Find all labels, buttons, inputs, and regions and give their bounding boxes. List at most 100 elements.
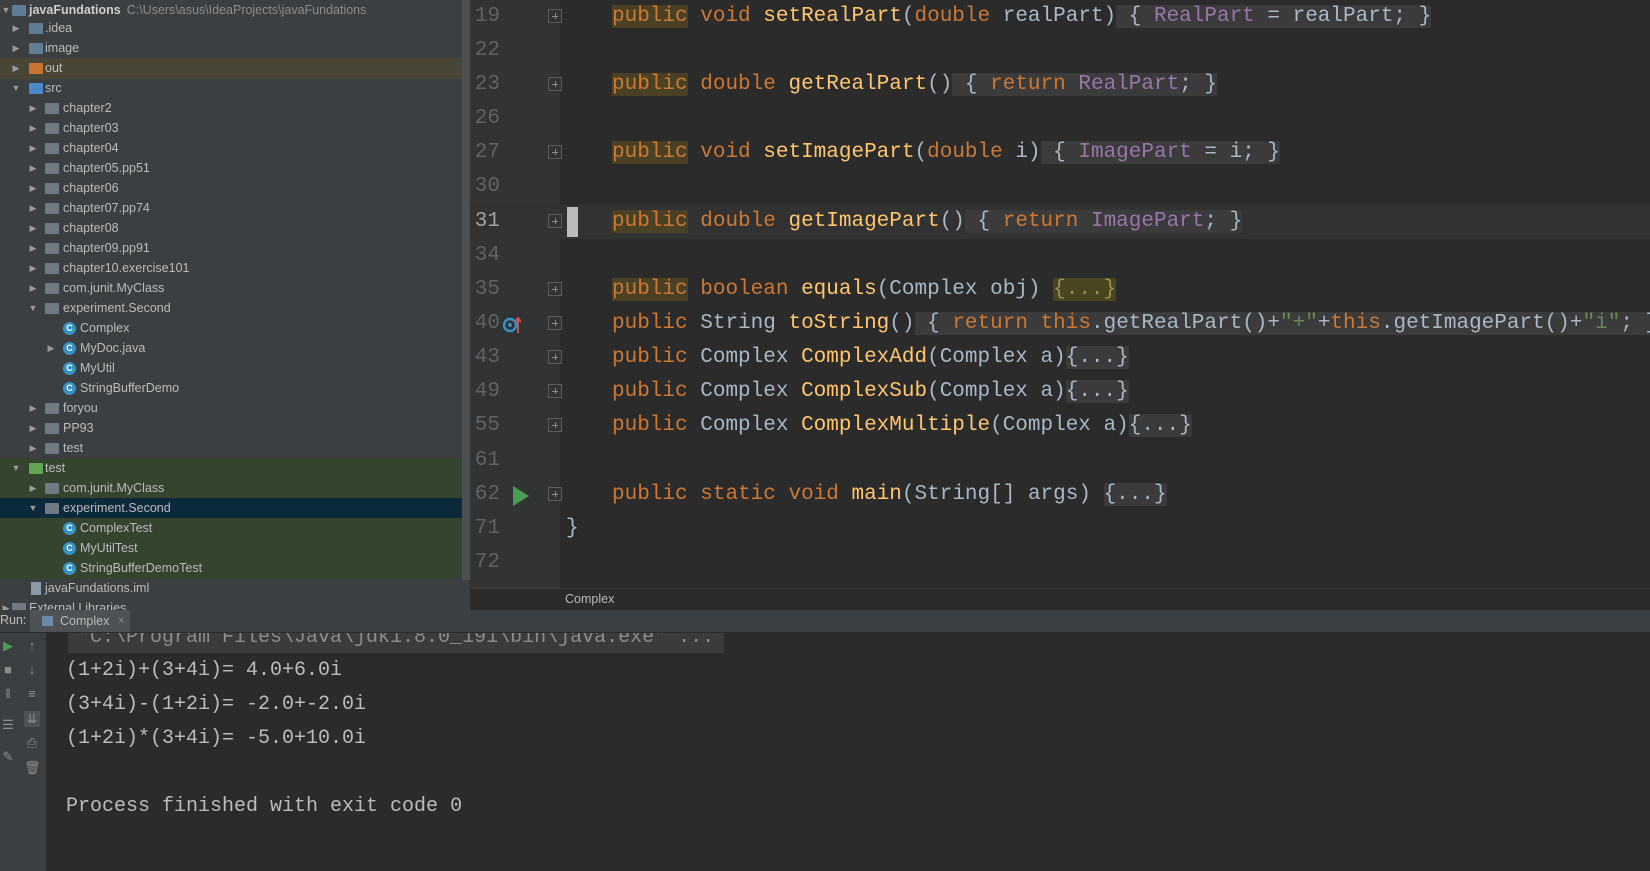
fold-plus-icon[interactable]: [548, 9, 562, 23]
tree-item-package[interactable]: ▶ com.junit.MyClass: [0, 478, 462, 499]
code-line[interactable]: 40 public String toString() { return thi…: [470, 307, 1650, 341]
collapse-arrow-icon[interactable]: ▼: [27, 498, 39, 519]
code-line[interactable]: 71 }: [470, 512, 1650, 546]
tree-item-package[interactable]: ▶ chapter2: [0, 98, 462, 119]
code-line[interactable]: 30: [470, 170, 1650, 204]
expand-arrow-icon[interactable]: ▶: [27, 158, 39, 179]
expand-arrow-icon[interactable]: ▶: [27, 278, 39, 299]
stop-icon[interactable]: ■: [0, 662, 16, 678]
fold-plus-icon[interactable]: [548, 316, 562, 330]
code-line-current[interactable]: 31 public double getImagePart() { return…: [470, 205, 1650, 239]
tree-item-test-class[interactable]: C ComplexTest: [0, 518, 462, 539]
tree-item-out[interactable]: ▶ out: [0, 58, 462, 79]
expand-arrow-icon[interactable]: ▶: [27, 258, 39, 279]
fold-plus-icon[interactable]: [548, 145, 562, 159]
tree-item-test-root[interactable]: ▼ test: [0, 458, 462, 479]
expand-arrow-icon[interactable]: ▶: [27, 418, 39, 439]
tree-item-iml[interactable]: javaFundations.iml: [0, 578, 462, 599]
layout-icon[interactable]: ☰: [0, 717, 16, 733]
tree-item-class-mydoc[interactable]: ▶ C MyDoc.java: [0, 338, 462, 359]
code-line[interactable]: 22: [470, 34, 1650, 68]
expand-arrow-icon[interactable]: ▶: [27, 398, 39, 419]
expand-arrow-icon[interactable]: ▶: [10, 18, 22, 39]
tree-item-package[interactable]: ▶ test: [0, 438, 462, 459]
down-arrow-icon[interactable]: ↓: [24, 662, 40, 678]
tree-item-class-complex[interactable]: C Complex: [0, 318, 462, 339]
fold-plus-icon[interactable]: [548, 487, 562, 501]
tree-item-package[interactable]: ▶ chapter10.exercise101: [0, 258, 462, 279]
rerun-icon[interactable]: ▶: [0, 638, 16, 654]
tree-item-package-selected[interactable]: ▼ experiment.Second: [0, 498, 462, 519]
code-line[interactable]: 35 public boolean equals(Complex obj) {.…: [470, 273, 1650, 307]
folded-block[interactable]: {...}: [1065, 346, 1129, 369]
up-arrow-icon[interactable]: ↑: [24, 638, 40, 654]
code-line[interactable]: 55 public Complex ComplexMultiple(Comple…: [470, 409, 1650, 443]
tree-item-idea[interactable]: ▶ .idea: [0, 18, 462, 39]
expand-arrow-icon[interactable]: ▶: [27, 478, 39, 499]
tree-item-class-myutil[interactable]: C MyUtil: [0, 358, 462, 379]
folded-block[interactable]: {...}: [1103, 483, 1167, 506]
tree-item-package[interactable]: ▶ com.junit.MyClass: [0, 278, 462, 299]
tree-item-package[interactable]: ▶ foryou: [0, 398, 462, 419]
expand-arrow-icon[interactable]: ▶: [27, 98, 39, 119]
tree-item-package-experiment-second[interactable]: ▼ experiment.Second: [0, 298, 462, 319]
code-line[interactable]: 62 public static void main(String[] args…: [470, 478, 1650, 512]
tree-item-package[interactable]: ▶ chapter06: [0, 178, 462, 199]
fold-plus-icon[interactable]: [548, 282, 562, 296]
scroll-to-end-icon[interactable]: ⇊: [24, 711, 40, 727]
tree-item-image[interactable]: ▶ image: [0, 38, 462, 59]
fold-plus-icon[interactable]: [548, 350, 562, 364]
print-icon[interactable]: ⎙: [24, 735, 40, 751]
collapse-arrow-icon[interactable]: ▼: [10, 458, 22, 479]
fold-plus-icon[interactable]: [548, 384, 562, 398]
tree-scrollbar[interactable]: [462, 0, 470, 580]
tree-item-package[interactable]: ▶ PP93: [0, 418, 462, 439]
expand-arrow-icon[interactable]: ▶: [27, 238, 39, 259]
console-output[interactable]: "C:\Program Files\Java\jdk1.8.0_191\bin\…: [46, 633, 1650, 871]
tree-item-package[interactable]: ▶ chapter09.pp91: [0, 238, 462, 259]
expand-arrow-icon[interactable]: ▶: [27, 118, 39, 139]
fold-plus-icon[interactable]: [548, 418, 562, 432]
code-line[interactable]: 49 public Complex ComplexSub(Complex a){…: [470, 375, 1650, 409]
tree-item-package[interactable]: ▶ chapter07.pp74: [0, 198, 462, 219]
fold-plus-icon[interactable]: [548, 214, 562, 228]
soft-wrap-icon[interactable]: ≡: [24, 686, 40, 702]
code-line[interactable]: 72: [470, 546, 1650, 580]
tree-item-test-class[interactable]: C MyUtilTest: [0, 538, 462, 559]
breadcrumb-class[interactable]: Complex: [565, 592, 614, 606]
expand-arrow-icon[interactable]: ▶: [10, 38, 22, 59]
trash-icon[interactable]: 🗑: [24, 760, 41, 776]
pause-icon[interactable]: ‖: [0, 686, 16, 702]
expand-arrow-icon[interactable]: ▶: [45, 338, 57, 359]
tree-item-package[interactable]: ▶ chapter08: [0, 218, 462, 239]
code-line[interactable]: 61: [470, 444, 1650, 478]
expand-arrow-icon[interactable]: ▶: [27, 438, 39, 459]
run-tab-complex[interactable]: Complex ×: [30, 610, 130, 632]
folded-block[interactable]: {...}: [1128, 414, 1192, 437]
tree-item-package[interactable]: ▶ chapter03: [0, 118, 462, 139]
code-line[interactable]: 27 public void setImagePart(double i) { …: [470, 136, 1650, 170]
expand-arrow-icon[interactable]: ▶: [27, 198, 39, 219]
code-line[interactable]: 19 public void setRealPart(double realPa…: [470, 0, 1650, 34]
close-icon[interactable]: ×: [118, 610, 124, 632]
expand-arrow-icon[interactable]: ▶: [27, 138, 39, 159]
run-main-icon[interactable]: [513, 486, 529, 506]
code-line[interactable]: 23 public double getRealPart() { return …: [470, 68, 1650, 102]
override-method-icon[interactable]: [503, 316, 521, 334]
collapse-arrow-icon[interactable]: ▼: [27, 298, 39, 319]
tree-item-package[interactable]: ▶ chapter04: [0, 138, 462, 159]
tree-item-class-stringbufferdemo[interactable]: C StringBufferDemo: [0, 378, 462, 399]
pin-icon[interactable]: ✎: [0, 749, 16, 765]
code-editor[interactable]: 19 public void setRealPart(double realPa…: [470, 0, 1650, 588]
expand-arrow-icon[interactable]: ▶: [27, 178, 39, 199]
expand-arrow-icon[interactable]: ▶: [10, 58, 22, 79]
tree-item-src[interactable]: ▼ src: [0, 78, 462, 99]
tree-item-test-class[interactable]: C StringBufferDemoTest: [0, 558, 462, 579]
collapse-arrow-icon[interactable]: ▼: [10, 78, 22, 99]
fold-plus-icon[interactable]: [548, 77, 562, 91]
code-line[interactable]: 34: [470, 239, 1650, 273]
folded-block[interactable]: {...}: [1065, 380, 1129, 403]
folded-block[interactable]: {...}: [1053, 278, 1117, 301]
expand-arrow-icon[interactable]: ▶: [27, 218, 39, 239]
code-line[interactable]: 43 public Complex ComplexAdd(Complex a){…: [470, 341, 1650, 375]
